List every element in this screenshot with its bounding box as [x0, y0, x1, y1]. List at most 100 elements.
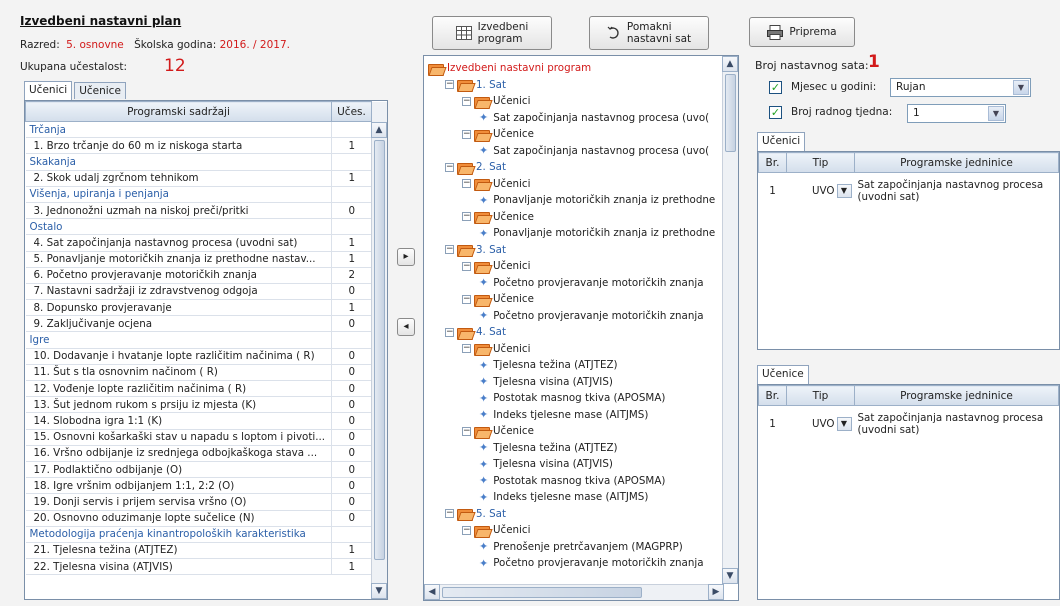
table-row[interactable]: 15. Osnovni košarkaški stav u napadu s l… [25, 429, 387, 446]
collapse-icon[interactable]: − [462, 261, 471, 271]
collapse-icon[interactable]: − [462, 525, 471, 535]
table-row[interactable]: 16. Vršno odbijanje iz srednjega odbojka… [25, 445, 387, 462]
tree-node[interactable]: − Učenici [462, 93, 530, 109]
table-row[interactable]: 20. Osnovno oduzimanje lopte sučelice (N… [25, 510, 387, 527]
tree-leaf[interactable]: ✦ Postotak masnog tkiva (APOSMA) [479, 390, 665, 406]
table-row[interactable]: 2. Skok udalj zgrčnom tehnikom 1 [25, 170, 387, 187]
tree-node[interactable]: − 1. Sat [445, 77, 506, 93]
tree-scroll-left-icon[interactable]: ◀ [424, 584, 440, 600]
table-row[interactable]: 13. Šut jednom rukom s prsiju iz mjesta … [25, 396, 387, 414]
tree-scroll-up-icon[interactable]: ▲ [722, 56, 738, 72]
collapse-icon[interactable]: − [445, 80, 454, 89]
chevron-down-icon[interactable]: ▼ [836, 416, 852, 431]
pomakni-nastavni-sat-button[interactable]: Pomakni nastavni sat [589, 16, 709, 50]
table-row[interactable]: 1. Brzo trčanje do 60 m iz niskoga start… [25, 137, 387, 155]
collapse-icon[interactable]: − [445, 162, 454, 172]
tree-node[interactable]: − Učenici [462, 258, 530, 274]
collapse-icon[interactable]: − [462, 212, 471, 221]
tree-leaf[interactable]: ✦ Tjelesna težina (ATJTEZ) [479, 440, 618, 456]
collapse-icon[interactable]: − [445, 245, 454, 254]
tree-hscroll-thumb[interactable] [442, 587, 642, 598]
tree-leaf[interactable]: ✦ Početno provjeravanje motoričkih znanja [479, 555, 704, 571]
tree-node[interactable]: − Učenice [462, 423, 534, 439]
scroll-down-icon[interactable]: ▼ [371, 583, 387, 599]
collapse-icon[interactable]: − [462, 179, 471, 188]
tree-leaf[interactable]: ✦ Početno provjeravanje motoričkih znanja [479, 275, 704, 291]
tree-vscrollbar[interactable]: ▲ ▼ [722, 56, 738, 584]
table-row[interactable]: 17. Podlaktično odbijanje (O) 0 [25, 461, 387, 479]
tree-scroll-right-icon[interactable]: ▶ [708, 584, 724, 600]
col-tip[interactable]: Tip [786, 385, 855, 406]
tree-node[interactable]: − Učenici [462, 341, 530, 357]
tree-node[interactable]: Izvedbeni nastavni program [428, 60, 591, 76]
tree-node[interactable]: − Učenice [462, 291, 534, 307]
izvedbeni-program-button[interactable]: Izvedbeni program [432, 16, 552, 50]
col-tip[interactable]: Tip [786, 152, 855, 173]
table-row[interactable]: 14. Slobodna igra 1:1 (K) 0 [25, 412, 387, 430]
collapse-icon[interactable]: − [462, 344, 471, 353]
table-row[interactable]: 1 UVO ▼ Sat započinjanja nastavnog proces… [759, 406, 1059, 442]
tree-leaf[interactable]: ✦ Indeks tjelesne mase (AITJMS) [479, 489, 648, 505]
category-row[interactable]: Ostalo [25, 218, 387, 236]
tree-node[interactable]: − 4. Sat [445, 324, 506, 340]
tree-leaf[interactable]: ✦ Tjelesna visina (ATJVIS) [479, 456, 613, 472]
col-programske-jedinice[interactable]: Programske jedninice [854, 385, 1059, 406]
col-programski-sadrzaji[interactable]: Programski sadržaji [25, 101, 332, 122]
tab-right-ucenice[interactable]: Učenice [757, 365, 809, 384]
table-row[interactable]: 3. Jednonožni uzmah na niskoj preči/prit… [25, 202, 387, 220]
table-row[interactable]: 18. Igre vršnim odbijanjem 1:1, 2:2 (O) 0 [25, 477, 387, 495]
priprema-button[interactable]: Priprema [749, 17, 855, 47]
tab-right-ucenici[interactable]: Učenici [757, 132, 806, 151]
tree-leaf[interactable]: ✦ Indeks tjelesne mase (AITJMS) [479, 407, 648, 423]
tree-hscrollbar[interactable]: ◀ ▶ [424, 584, 724, 600]
collapse-icon[interactable]: − [462, 129, 471, 139]
category-row[interactable]: Trčanja [25, 121, 387, 139]
table-row[interactable]: 8. Dopunsko provjeravanje 1 [25, 299, 387, 317]
mjesec-select[interactable]: Rujan ▼ [890, 78, 1031, 97]
table-row[interactable]: 10. Dodavanje i hvatanje lopte različiti… [25, 348, 387, 365]
collapse-icon[interactable]: − [445, 327, 454, 337]
tree-node[interactable]: − 3. Sat [445, 242, 506, 258]
move-left-button[interactable]: ◂ [397, 318, 415, 336]
tree-leaf[interactable]: ✦ Ponavljanje motoričkih znanja iz pretho… [479, 192, 715, 208]
category-row[interactable]: Skakanja [25, 153, 387, 171]
category-row[interactable]: Metodologija praćenja kinantropoloških k… [25, 526, 387, 543]
row-tip-cell[interactable]: UVO ▼ [787, 173, 855, 209]
collapse-icon[interactable]: − [462, 294, 471, 304]
tree-leaf[interactable]: ✦ Početno provjeravanje motoričkih znanja [479, 308, 704, 324]
tree-node[interactable]: − Učenici [462, 522, 530, 538]
tree-node[interactable]: − 2. Sat [445, 159, 506, 175]
scroll-thumb[interactable] [374, 140, 385, 560]
tree-leaf[interactable]: ✦ Postotak masnog tkiva (APOSMA) [479, 473, 665, 489]
chevron-down-icon[interactable]: ▼ [1013, 80, 1029, 95]
col-programske-jedinice[interactable]: Programske jedninice [854, 152, 1059, 173]
category-row[interactable]: Igre [25, 331, 387, 349]
tab-ucenici[interactable]: Učenici [24, 81, 73, 100]
table-row[interactable]: 12. Vođenje lopte različitim načinima ( … [25, 380, 387, 398]
table-row[interactable]: 22. Tjelesna visina (ATJVIS) 1 [25, 558, 387, 576]
tree-leaf[interactable]: ✦ Ponavljanje motoričkih znanja iz pretho… [479, 225, 715, 241]
table-row[interactable]: 1 UVO ▼ Sat započinjanja nastavnog proces… [759, 173, 1059, 209]
tree-node[interactable]: − Učenici [462, 176, 530, 192]
table-row[interactable]: 7. Nastavni sadržaji iz zdravstvenog odg… [25, 283, 387, 301]
tree-node[interactable]: − Učenice [462, 126, 534, 142]
tree-node[interactable]: − Učenice [462, 209, 534, 225]
tree-scroll-down-icon[interactable]: ▼ [722, 568, 738, 584]
table-row[interactable]: 21. Tjelesna težina (ATJTEZ) 1 [25, 542, 387, 560]
table-row[interactable]: 19. Donji servis i prijem servisa vršno … [25, 493, 387, 511]
table-row[interactable]: 4. Sat započinjanja nastavnog procesa (u… [25, 234, 387, 252]
tjedan-select[interactable]: 1 ▼ [907, 104, 1006, 123]
collapse-icon[interactable]: − [462, 426, 471, 436]
table-row[interactable]: 11. Šut s tla osnovnim načinom ( R) 0 [25, 364, 387, 382]
tree-scroll-thumb[interactable] [725, 74, 736, 152]
mjesec-checkbox[interactable]: ✓ [769, 81, 782, 94]
row-tip-cell[interactable]: UVO ▼ [787, 406, 855, 442]
scroll-up-icon[interactable]: ▲ [371, 122, 387, 138]
tab-ucenice[interactable]: Učenice [74, 82, 126, 99]
chevron-down-icon[interactable]: ▼ [836, 183, 852, 198]
col-uces[interactable]: Učes. [331, 101, 372, 122]
tree-leaf[interactable]: ✦ Tjelesna visina (ATJVIS) [479, 374, 613, 390]
col-br[interactable]: Br. [758, 385, 787, 406]
chevron-down-icon[interactable]: ▼ [988, 106, 1004, 121]
table-row[interactable]: 5. Ponavljanje motoričkih znanja iz pret… [25, 251, 387, 268]
